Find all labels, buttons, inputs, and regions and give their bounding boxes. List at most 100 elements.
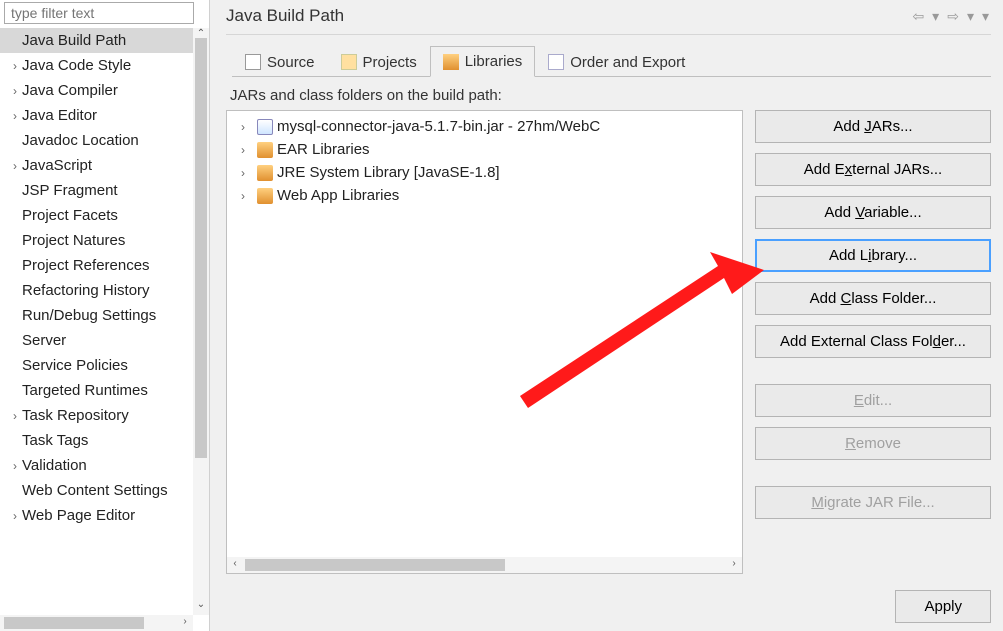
sidebar-item-label: Java Compiler (22, 82, 118, 99)
tab-projects[interactable]: Projects (328, 46, 430, 77)
tab-order-and-export[interactable]: Order and Export (535, 46, 698, 77)
chevron-right-icon[interactable]: › (241, 189, 253, 203)
page-title: Java Build Path (226, 6, 344, 26)
sidebar-item[interactable]: ›Server (0, 328, 193, 353)
sidebar-item[interactable]: ›Web Content Settings (0, 478, 193, 503)
chevron-right-icon[interactable]: › (8, 509, 22, 523)
order-export-icon (548, 54, 564, 70)
sidebar-item-label: Project Facets (22, 207, 118, 224)
main-panel: Java Build Path ⇦▾ ⇨▾ ▾ Source Projects Li… (210, 0, 1003, 631)
sidebar-item-label: Web Content Settings (22, 482, 168, 499)
chevron-right-icon[interactable]: › (8, 409, 22, 423)
sidebar-item[interactable]: ›Service Policies (0, 353, 193, 378)
sidebar-item[interactable]: ›Task Repository (0, 403, 193, 428)
sidebar-item[interactable]: ›Validation (0, 453, 193, 478)
tab-bar: Source Projects Libraries Order and Export (232, 45, 991, 77)
sidebar-item-label: Task Tags (22, 432, 88, 449)
back-icon[interactable]: ⇦ (910, 8, 926, 25)
library-label: mysql-connector-java-5.1.7-bin.jar - 27h… (277, 118, 600, 135)
sidebar-item[interactable]: ›Run/Debug Settings (0, 303, 193, 328)
chevron-right-icon[interactable]: › (241, 166, 253, 180)
sidebar-item[interactable]: ›Project References (0, 253, 193, 278)
source-icon (245, 54, 261, 70)
edit-button: Edit... (755, 384, 991, 417)
button-column: Add JARs... Add External JARs... Add Var… (755, 110, 991, 574)
sidebar-vscrollbar[interactable]: ⌃ ⌄ (193, 28, 209, 615)
sidebar-item[interactable]: ›Targeted Runtimes (0, 378, 193, 403)
sidebar-item[interactable]: ›Java Code Style (0, 53, 193, 78)
jar-icon (257, 119, 273, 135)
sidebar-item[interactable]: ›Project Natures (0, 228, 193, 253)
chevron-right-icon[interactable]: › (8, 59, 22, 73)
sidebar-item-label: Service Policies (22, 357, 128, 374)
tab-label: Source (267, 54, 315, 71)
sidebar-item-label: Targeted Runtimes (22, 382, 148, 399)
tab-label: Order and Export (570, 54, 685, 71)
filter-input[interactable] (4, 2, 194, 24)
sidebar-item-label: Task Repository (22, 407, 129, 424)
subtitle: JARs and class folders on the build path… (230, 87, 987, 104)
sidebar-item[interactable]: ›JSP Fragment (0, 178, 193, 203)
sidebar-item[interactable]: ›Javadoc Location (0, 128, 193, 153)
library-label: Web App Libraries (277, 187, 399, 204)
sidebar-item[interactable]: ›Java Build Path (0, 28, 193, 53)
sidebar-item[interactable]: ›Web Page Editor (0, 503, 193, 528)
nav-tree: ›Java Build Path›Java Code Style›Java Co… (0, 28, 193, 615)
chevron-right-icon[interactable]: › (8, 159, 22, 173)
forward-icon[interactable]: ⇨ (945, 8, 961, 25)
sidebar-item-label: Project Natures (22, 232, 125, 249)
add-jars-button[interactable]: Add JARs... (755, 110, 991, 143)
library-icon (257, 165, 273, 181)
libraries-pane[interactable]: › mysql-connector-java-5.1.7-bin.jar - 27… (226, 110, 743, 574)
tab-source[interactable]: Source (232, 46, 328, 77)
sidebar: ›Java Build Path›Java Code Style›Java Co… (0, 0, 210, 631)
sidebar-item[interactable]: ›Refactoring History (0, 278, 193, 303)
sidebar-hscrollbar[interactable]: ‹ › (0, 615, 193, 631)
add-variable-button[interactable]: Add Variable... (755, 196, 991, 229)
sidebar-item-label: Project References (22, 257, 150, 274)
library-icon (257, 142, 273, 158)
tab-libraries[interactable]: Libraries (430, 46, 536, 77)
sidebar-item-label: Javadoc Location (22, 132, 139, 149)
add-class-folder-button[interactable]: Add Class Folder... (755, 282, 991, 315)
library-label: EAR Libraries (277, 141, 370, 158)
nav-arrows[interactable]: ⇦▾ ⇨▾ ▾ (910, 8, 991, 25)
library-label: JRE System Library [JavaSE-1.8] (277, 164, 500, 181)
migrate-button: Migrate JAR File... (755, 486, 991, 519)
add-external-class-folder-button[interactable]: Add External Class Folder... (755, 325, 991, 358)
sidebar-item-label: JavaScript (22, 157, 92, 174)
chevron-right-icon[interactable]: › (8, 84, 22, 98)
libraries-icon (443, 54, 459, 70)
sidebar-item-label: Web Page Editor (22, 507, 135, 524)
add-external-jars-button[interactable]: Add External JARs... (755, 153, 991, 186)
libraries-hscrollbar[interactable]: ‹ › (227, 557, 742, 573)
apply-button[interactable]: Apply (895, 590, 991, 623)
sidebar-item[interactable]: ›Java Editor (0, 103, 193, 128)
sidebar-item-label: Validation (22, 457, 87, 474)
chevron-right-icon[interactable]: › (8, 109, 22, 123)
sidebar-item-label: Java Build Path (22, 32, 126, 49)
sidebar-item[interactable]: ›Java Compiler (0, 78, 193, 103)
tab-label: Libraries (465, 53, 523, 70)
sidebar-item[interactable]: ›JavaScript (0, 153, 193, 178)
sidebar-item-label: Java Code Style (22, 57, 131, 74)
sidebar-item-label: Server (22, 332, 66, 349)
projects-icon (341, 54, 357, 70)
libraries-tree: › mysql-connector-java-5.1.7-bin.jar - 27… (227, 111, 742, 557)
chevron-right-icon[interactable]: › (8, 459, 22, 473)
chevron-right-icon[interactable]: › (241, 143, 253, 157)
library-icon (257, 188, 273, 204)
sidebar-item[interactable]: ›Task Tags (0, 428, 193, 453)
tab-label: Projects (363, 54, 417, 71)
library-item[interactable]: › EAR Libraries (227, 138, 742, 161)
sidebar-item-label: Run/Debug Settings (22, 307, 156, 324)
library-item[interactable]: › mysql-connector-java-5.1.7-bin.jar - 27… (227, 115, 742, 138)
sidebar-item-label: JSP Fragment (22, 182, 118, 199)
sidebar-item-label: Java Editor (22, 107, 97, 124)
chevron-right-icon[interactable]: › (241, 120, 253, 134)
library-item[interactable]: › JRE System Library [JavaSE-1.8] (227, 161, 742, 184)
sidebar-item[interactable]: ›Project Facets (0, 203, 193, 228)
library-item[interactable]: › Web App Libraries (227, 184, 742, 207)
remove-button: Remove (755, 427, 991, 460)
add-library-button[interactable]: Add Library... (755, 239, 991, 272)
